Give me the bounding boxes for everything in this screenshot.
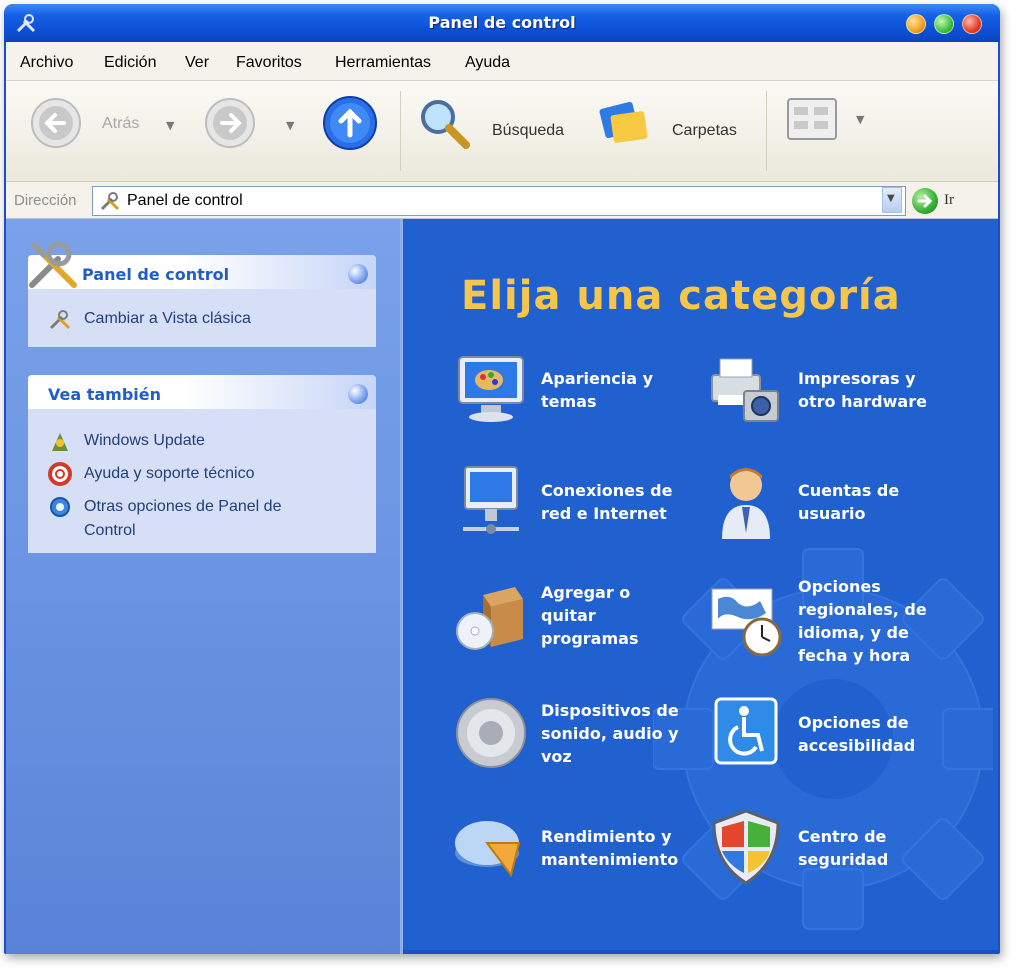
folders-button[interactable]: Carpetas (596, 95, 756, 155)
address-value: Panel de control (127, 192, 243, 209)
category-label: Opciones regionales, de idioma, y de fec… (798, 577, 927, 665)
address-label: Dirección (14, 192, 77, 209)
task-pane: Panel de control Cambiar a Vista clásica… (6, 219, 400, 954)
menu-archivo[interactable]: Archivo (20, 54, 73, 72)
search-icon (421, 100, 470, 149)
menu-bar: Archivo Edición Ver Favoritos Herramient… (6, 42, 998, 81)
menu-ayuda[interactable]: Ayuda (465, 54, 510, 72)
see-also-box: Vea también Windows Update Ayuda y sopor… (28, 375, 376, 553)
speaker-icon (456, 698, 526, 768)
security-shield-icon (712, 809, 780, 885)
accessibility-icon (714, 697, 778, 765)
forward-dropdown-icon[interactable]: ▼ (286, 119, 294, 132)
category-view: Elija una categoría Apariencia y temas I (403, 219, 998, 950)
forward-arrow-icon (205, 98, 255, 148)
classic-view-icon (49, 310, 71, 330)
category-appearance[interactable]: Apariencia y temas (453, 351, 683, 431)
back-button[interactable]: Atrás ▼ (30, 97, 174, 157)
printer-camera-icon (711, 358, 779, 422)
up-button[interactable] (322, 95, 378, 155)
minimize-button[interactable] (906, 14, 926, 34)
category-label: Rendimiento y mantenimiento (541, 827, 679, 869)
go-button[interactable] (912, 188, 938, 214)
see-also-box-header[interactable]: Vea también (28, 375, 376, 409)
page-heading: Elija una categoría (461, 273, 901, 319)
address-input[interactable]: Panel de control (92, 186, 906, 216)
search-label: Búsqueda (492, 122, 565, 139)
category-regional[interactable]: Opciones regionales, de idioma, y de fec… (708, 575, 958, 665)
category-sound[interactable]: Dispositivos de sonido, audio y voz (453, 695, 683, 775)
category-label: Dispositivos de sonido, audio y voz (541, 701, 679, 766)
category-label: Agregar o quitar programas (541, 583, 639, 648)
user-account-icon (722, 468, 770, 539)
monitor-paint-icon (458, 356, 524, 422)
address-bar: Dirección Panel de control ▼ Ir (6, 182, 998, 219)
windows-update-icon (52, 433, 68, 451)
category-label: Cuentas de usuario (798, 481, 900, 523)
folders-label: Carpetas (672, 122, 737, 139)
other-options-icon (50, 497, 70, 517)
back-label: Atrás (102, 115, 140, 132)
other-options-link[interactable]: Otras opciones de Panel de Control (84, 495, 281, 543)
back-dropdown-icon[interactable]: ▼ (166, 119, 174, 132)
category-printers[interactable]: Impresoras y otro hardware (708, 351, 958, 431)
category-add-remove[interactable]: Agregar o quitar programas (453, 577, 683, 657)
category-label: Impresoras y otro hardware (798, 369, 927, 411)
control-panel-box-title: Panel de control (82, 265, 230, 284)
collapse-icon[interactable] (348, 264, 368, 284)
toolbar: Atrás ▼ ▼ Búsqueda Carpetas ▼ (6, 81, 998, 182)
search-button[interactable]: Búsqueda (416, 95, 576, 155)
control-panel-window: Panel de control Archivo Edición Ver Fav… (4, 4, 1000, 954)
classic-view-link[interactable]: Cambiar a Vista clásica (84, 307, 251, 331)
go-arrow-icon (917, 194, 933, 208)
category-label: Centro de seguridad (798, 827, 889, 869)
control-panel-icon (100, 192, 120, 211)
see-also-box-title: Vea también (48, 385, 162, 404)
category-user-accounts[interactable]: Cuentas de usuario (708, 463, 958, 543)
go-label[interactable]: Ir (944, 192, 954, 209)
box-cd-icon (456, 587, 523, 650)
category-label: Opciones de accesibilidad (798, 713, 916, 755)
control-panel-box: Panel de control Cambiar a Vista clásica (28, 255, 376, 347)
toolbar-separator (400, 91, 401, 171)
folders-icon (599, 101, 648, 143)
menu-herramientas[interactable]: Herramientas (335, 54, 431, 72)
chevron-down-icon: ▼ (887, 193, 895, 204)
address-dropdown-button[interactable]: ▼ (882, 187, 902, 213)
help-support-icon (48, 462, 72, 486)
category-network[interactable]: Conexiones de red e Internet (453, 463, 683, 543)
category-label: Conexiones de red e Internet (541, 481, 673, 523)
category-performance[interactable]: Rendimiento y mantenimiento (453, 809, 683, 889)
performance-pie-icon (455, 821, 521, 878)
windows-update-link[interactable]: Windows Update (84, 429, 205, 453)
title-bar[interactable]: Panel de control (4, 4, 1000, 42)
menu-favoritos[interactable]: Favoritos (236, 54, 302, 72)
category-label: Apariencia y temas (541, 369, 654, 411)
control-panel-tools-icon (29, 241, 77, 288)
category-security[interactable]: Centro de seguridad (708, 809, 958, 889)
views-button[interactable]: ▼ (786, 97, 876, 147)
up-arrow-icon (323, 96, 377, 150)
maximize-button[interactable] (934, 14, 954, 34)
forward-button[interactable]: ▼ (204, 97, 304, 157)
views-dropdown-icon[interactable]: ▼ (856, 113, 864, 126)
category-accessibility[interactable]: Opciones de accesibilidad (708, 695, 958, 775)
toolbar-separator-2 (766, 91, 767, 171)
menu-ver[interactable]: Ver (185, 54, 209, 72)
network-monitor-icon (463, 466, 519, 534)
help-support-link[interactable]: Ayuda y soporte técnico (84, 462, 254, 486)
collapse-icon[interactable] (348, 384, 368, 404)
globe-clock-icon (711, 588, 782, 657)
window-title: Panel de control (428, 13, 576, 32)
views-icon (787, 98, 837, 140)
menu-edicion[interactable]: Edición (104, 54, 156, 72)
close-button[interactable] (962, 14, 982, 34)
back-arrow-icon (31, 98, 81, 148)
control-panel-box-header[interactable]: Panel de control (28, 255, 376, 289)
